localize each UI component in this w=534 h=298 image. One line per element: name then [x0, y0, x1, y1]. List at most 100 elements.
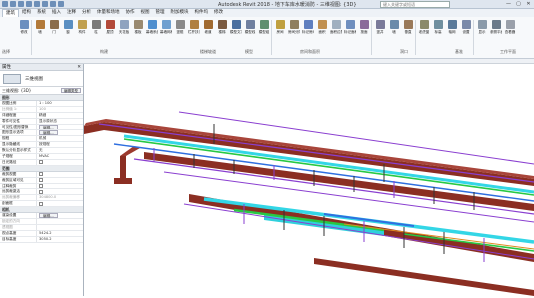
- property-value[interactable]: 1 : 100: [36, 101, 83, 106]
- ribbon-button-21[interactable]: 面积: [316, 19, 328, 41]
- property-value[interactable]: [36, 224, 83, 230]
- ribbon-button-10[interactable]: 幕墙网格: [160, 19, 172, 41]
- property-checkbox[interactable]: [39, 201, 43, 206]
- ribbon-button-28[interactable]: 老虎窗: [418, 19, 430, 41]
- ribbon-panel-label[interactable]: 构建: [100, 49, 108, 55]
- ribbon-button-6[interactable]: 屋顶: [104, 19, 116, 41]
- property-value[interactable]: [36, 201, 83, 207]
- property-checkbox[interactable]: [39, 189, 43, 194]
- ribbon-button-27[interactable]: 垂直: [402, 19, 414, 41]
- maximize-button[interactable]: ▢: [515, 1, 522, 7]
- tab-architecture[interactable]: 建筑: [2, 9, 19, 17]
- property-checkbox[interactable]: [39, 160, 43, 165]
- property-value[interactable]: 3050.2: [36, 236, 83, 242]
- ribbon-button-5[interactable]: 柱: [90, 19, 102, 41]
- ribbon-button-4[interactable]: 构件: [76, 19, 88, 41]
- instance-filter[interactable]: 三维视图: {3D} 编辑类型: [0, 87, 83, 95]
- ribbon-panel-label[interactable]: 选择: [2, 49, 10, 55]
- ribbon-panel-label[interactable]: 模型: [245, 49, 253, 55]
- minimize-button[interactable]: —: [505, 1, 512, 7]
- ribbon-button-14[interactable]: 楼梯: [216, 19, 228, 41]
- property-value[interactable]: [36, 171, 83, 177]
- ribbon-button-33[interactable]: 参照平面: [490, 19, 502, 41]
- ribbon-button-24[interactable]: 按面: [358, 19, 370, 41]
- property-value[interactable]: 机械: [36, 136, 83, 142]
- property-checkbox[interactable]: [39, 172, 43, 177]
- 3d-view-icon[interactable]: [58, 1, 64, 7]
- close-icon[interactable]: ✕: [77, 64, 81, 71]
- ribbon-panel-label[interactable]: 工作平面: [500, 49, 516, 55]
- print-icon[interactable]: [42, 1, 48, 7]
- property-value[interactable]: [36, 219, 83, 224]
- edit-button[interactable]: 编辑...: [39, 124, 58, 130]
- ribbon-button-22[interactable]: 面积边界: [330, 19, 342, 41]
- tab-structure[interactable]: 结构: [19, 9, 34, 17]
- tab-annotate[interactable]: 注释: [64, 9, 79, 17]
- tab-manage[interactable]: 管理: [153, 9, 168, 17]
- app-menu-icon[interactable]: [2, 1, 8, 7]
- ribbon-button-16[interactable]: 模型线: [244, 19, 256, 41]
- ribbon-button-19[interactable]: 房间分隔: [288, 19, 300, 41]
- ribbon-button-30[interactable]: 轴网: [446, 19, 458, 41]
- tab-view[interactable]: 视图: [138, 9, 153, 17]
- ribbon-button-1[interactable]: 墙: [34, 19, 46, 41]
- tab-systems[interactable]: 系统: [34, 9, 49, 17]
- ribbon-button-17[interactable]: 模型组: [258, 19, 270, 41]
- ribbon-button-18[interactable]: 房间: [274, 19, 286, 41]
- type-selector[interactable]: 三维视图: [0, 71, 83, 87]
- undo-icon[interactable]: [26, 1, 32, 7]
- ribbon-button-25[interactable]: 竖井: [374, 19, 386, 41]
- ribbon-button-15[interactable]: 模型文字: [230, 19, 242, 41]
- ribbon-button-31[interactable]: 设置: [460, 19, 472, 41]
- tab-modify[interactable]: 修改: [211, 9, 226, 17]
- ribbon-panel-label[interactable]: 基准: [455, 49, 463, 55]
- 3d-view-canvas[interactable]: [84, 64, 534, 296]
- property-value[interactable]: 显示原状态: [36, 118, 83, 124]
- measure-icon[interactable]: [50, 1, 56, 7]
- ribbon-button-34[interactable]: 查看器: [504, 19, 516, 41]
- property-value[interactable]: 5424.2: [36, 230, 83, 236]
- redo-icon[interactable]: [34, 1, 40, 7]
- ribbon-panel-label[interactable]: 洞口: [400, 49, 408, 55]
- close-button[interactable]: ✕: [525, 1, 532, 7]
- edit-button[interactable]: 编辑...: [39, 213, 58, 219]
- tab-analyze[interactable]: 分析: [79, 9, 94, 17]
- property-value[interactable]: 编辑...: [36, 124, 83, 130]
- property-value[interactable]: 100: [36, 106, 83, 112]
- property-value[interactable]: 精细: [36, 112, 83, 118]
- tab-massing-site[interactable]: 体量和场地: [94, 9, 123, 17]
- ribbon-button-29[interactable]: 标高: [432, 19, 444, 41]
- property-checkbox[interactable]: [39, 178, 43, 183]
- property-checkbox[interactable]: [39, 184, 43, 189]
- ribbon-button-11[interactable]: 竖梃: [174, 19, 186, 41]
- tab-addins[interactable]: 附加模块: [168, 9, 192, 17]
- ribbon-button-2[interactable]: 门: [48, 19, 60, 41]
- property-value[interactable]: 304800.0: [36, 195, 83, 201]
- ribbon-button-12[interactable]: 栏杆扶手: [188, 19, 200, 41]
- ribbon-button-13[interactable]: 坡道: [202, 19, 214, 41]
- save-icon[interactable]: [18, 1, 24, 7]
- help-search-input[interactable]: 键入关键字或短语: [380, 1, 450, 8]
- property-value[interactable]: 按规程: [36, 142, 83, 148]
- ribbon-button-3[interactable]: 窗: [62, 19, 74, 41]
- ribbon-panel-label[interactable]: 房间和面积: [300, 49, 320, 55]
- property-value[interactable]: [36, 189, 83, 195]
- ribbon-button-20[interactable]: 标记房间: [302, 19, 314, 41]
- tab-component-dock[interactable]: 构件坞: [192, 9, 212, 17]
- tab-collaborate[interactable]: 协作: [123, 9, 138, 17]
- property-row[interactable]: 目标高度 3050.2: [0, 236, 83, 243]
- ribbon-button-0[interactable]: 修改: [18, 19, 30, 41]
- tab-insert[interactable]: 插入: [49, 9, 64, 17]
- property-value[interactable]: [36, 183, 83, 189]
- edit-type-button[interactable]: 编辑类型: [61, 88, 81, 93]
- edit-button[interactable]: 编辑...: [39, 130, 58, 136]
- ribbon-button-9[interactable]: 幕墙系统: [146, 19, 158, 41]
- property-value[interactable]: 编辑...: [36, 130, 83, 136]
- ribbon-button-7[interactable]: 天花板: [118, 19, 130, 41]
- property-value[interactable]: MVAC: [36, 154, 83, 159]
- ribbon-button-23[interactable]: 标记面积: [344, 19, 356, 41]
- property-value[interactable]: [36, 177, 83, 183]
- ribbon-button-8[interactable]: 楼板: [132, 19, 144, 41]
- property-value[interactable]: [36, 159, 83, 165]
- property-value[interactable]: 编辑...: [36, 213, 83, 219]
